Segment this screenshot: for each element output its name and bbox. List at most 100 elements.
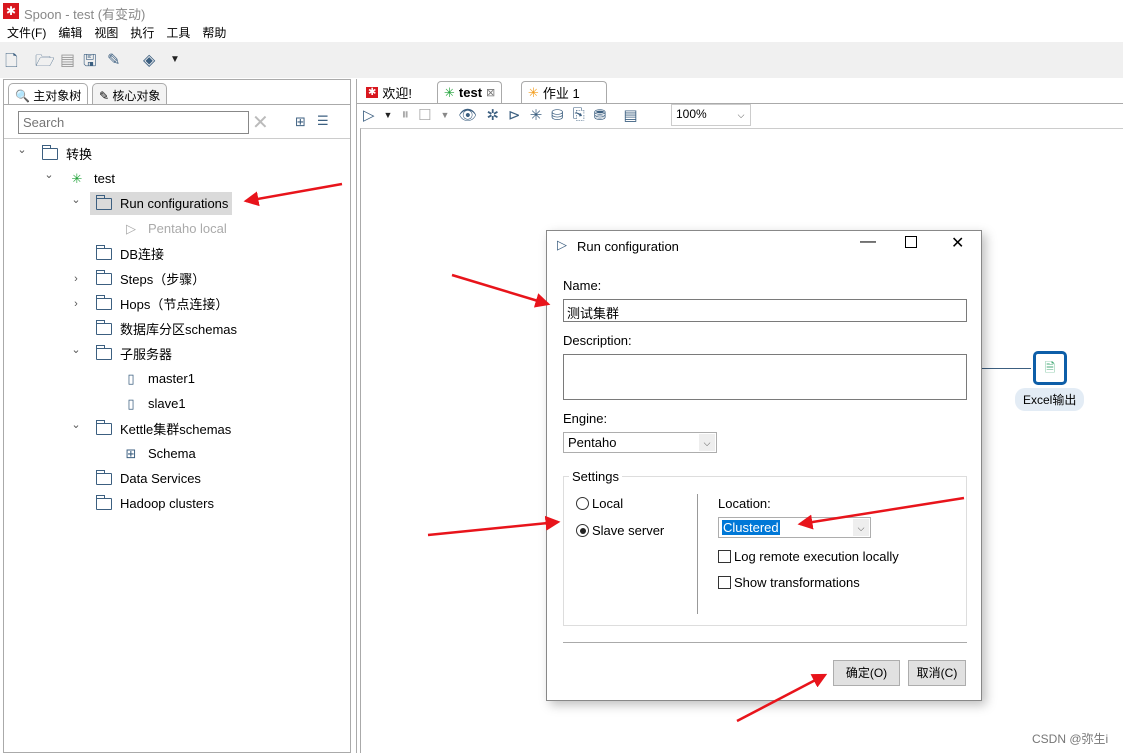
show-transformations-checkbox[interactable] (718, 576, 731, 589)
local-radio-label[interactable]: Local (592, 496, 623, 511)
minimize-button[interactable]: — (860, 233, 876, 251)
tree-item[interactable]: DB连接 (4, 241, 164, 266)
verify-icon[interactable]: ✳ (530, 106, 543, 124)
tab-job-1[interactable]: ✳ 作业 1 (521, 81, 607, 103)
tree-item[interactable]: › Hops（节点连接） (4, 291, 228, 316)
tree-item[interactable]: ▷ Pentaho local (4, 216, 227, 241)
menu-tools[interactable]: 工具 (166, 24, 190, 42)
sql-icon[interactable]: ⎘ (573, 106, 585, 124)
search-input[interactable] (18, 111, 249, 134)
tree-item[interactable]: ⊞ Schema (4, 441, 196, 466)
pencil-icon: ✎ (99, 89, 110, 103)
tree-item[interactable]: Data Services (4, 466, 201, 491)
tree-item-label: Pentaho local (148, 221, 227, 236)
stop-icon[interactable]: ☐ (418, 106, 431, 124)
chevron-right-icon[interactable]: › (70, 273, 82, 285)
tab-core-objects[interactable]: ✎ 核心对象 (92, 83, 168, 104)
tab-main-tree[interactable]: 🔍 主对象树 (8, 83, 89, 104)
tree-item[interactable]: ⌄ 转换 (4, 141, 92, 166)
chevron-down-icon[interactable]: ⌄ (70, 193, 82, 206)
tree-item-label: Hops（节点连接） (120, 297, 229, 312)
spoon-icon: ✱ (366, 86, 379, 98)
left-panel: 🔍 主对象树 ✎ 核心对象 ✕ ⊞ ☰ ⌄ 转换 ⌄ ✳ test ⌄Run config… (3, 79, 351, 753)
engine-label: Engine: (563, 411, 608, 426)
server-icon: ▯ (127, 370, 135, 386)
open-file-icon[interactable]: 🗁 (35, 50, 55, 77)
name-field[interactable]: 测试集群 (563, 299, 967, 322)
slave-server-radio[interactable] (576, 524, 589, 537)
close-button[interactable]: ✕ (951, 233, 964, 253)
local-radio[interactable] (576, 497, 589, 510)
folder-icon (96, 469, 112, 485)
collapse-list-icon[interactable]: ☰ (317, 113, 329, 129)
tab-test[interactable]: ✳ test ⊠ (437, 81, 503, 103)
engine-select[interactable]: Pentaho ⌵ (563, 432, 717, 453)
chevron-down-icon[interactable]: ⌄ (70, 343, 82, 356)
tree-item-label: 子服务器 (120, 347, 173, 362)
name-label: Name: (563, 278, 602, 293)
menu-file[interactable]: 文件(F) (7, 24, 46, 42)
explore-repository-icon[interactable]: ▤ (60, 50, 75, 70)
step-label: Excel输出 (1015, 388, 1085, 411)
tree-item[interactable]: ▯ slave1 (4, 391, 186, 416)
close-tab-icon[interactable]: ⊠ (486, 86, 495, 99)
tree-item-label: slave1 (148, 396, 186, 411)
tree-item[interactable]: ⌄ Kettle集群schemas (4, 416, 231, 441)
tree-item[interactable]: Hadoop clusters (4, 491, 214, 516)
tree-item-label: DB连接 (120, 247, 165, 262)
description-field[interactable] (563, 354, 967, 400)
chevron-down-icon[interactable]: ▼ (170, 54, 180, 65)
chevron-down-icon[interactable]: ⌄ (43, 168, 55, 181)
tree-tab-icon: 🔍 (15, 89, 30, 103)
explore-db-icon[interactable]: ⛃ (594, 106, 607, 124)
menu-view[interactable]: 视图 (94, 24, 118, 42)
tree-item[interactable]: ⌄ ✳ test (4, 166, 115, 191)
tree-item-label: Hadoop clusters (120, 496, 214, 511)
tree-item-label: Steps（步骤） (120, 272, 206, 287)
pause-icon[interactable]: ⏸ (401, 106, 409, 124)
stop-options-chevron-icon[interactable]: ▼ (440, 110, 449, 124)
chevron-down-icon[interactable]: ⌄ (16, 143, 28, 156)
menu-help[interactable]: 帮助 (202, 24, 226, 42)
dialog-title: Run configuration (577, 239, 679, 254)
chevron-down-icon[interactable]: ⌄ (70, 418, 82, 431)
tree-item[interactable]: › Steps（步骤） (4, 266, 205, 291)
maximize-button[interactable] (905, 236, 917, 248)
menu-edit[interactable]: 编辑 (58, 24, 82, 42)
run-icon: ▷ (557, 237, 567, 252)
folder-icon (96, 319, 112, 335)
save-as-icon[interactable]: ✎ (107, 50, 120, 70)
spoon-logo-icon: ✱ (3, 3, 19, 19)
ok-button[interactable]: 确定(O) (833, 660, 900, 686)
expand-tree-icon[interactable]: ⊞ (295, 114, 306, 130)
slave-server-radio-label[interactable]: Slave server (592, 523, 664, 538)
show-results-icon[interactable]: ▤ (623, 106, 637, 124)
impact-icon[interactable]: ⛁ (551, 106, 564, 124)
location-select[interactable]: Clustered ⌵ (718, 517, 871, 538)
menu-run[interactable]: 执行 (130, 24, 154, 42)
clear-search-icon[interactable]: ✕ (252, 110, 269, 135)
run-icon[interactable]: ▷ (363, 106, 375, 124)
tab-welcome[interactable]: ✱ 欢迎! (360, 81, 418, 103)
description-label: Description: (563, 333, 632, 348)
debug-icon[interactable]: ✲ (486, 106, 499, 124)
run-configuration-dialog: ▷ Run configuration — ✕ Name: 测试集群 Descr… (546, 230, 982, 701)
log-remote-label[interactable]: Log remote execution locally (734, 549, 899, 564)
tree-item[interactable]: ▯ master1 (4, 366, 195, 391)
transformation-icon: ✳ (71, 170, 83, 186)
preview-icon[interactable]: 👁 (458, 106, 477, 124)
zoom-select[interactable]: 100% ⌵ (671, 104, 751, 126)
chevron-right-icon[interactable]: › (70, 298, 82, 310)
run-options-chevron-icon[interactable]: ▼ (384, 110, 393, 124)
new-file-icon[interactable]: 🗋 (5, 50, 18, 77)
save-icon[interactable]: 🖫 (83, 50, 97, 77)
log-remote-checkbox[interactable] (718, 550, 731, 563)
cancel-button[interactable]: 取消(C) (908, 660, 966, 686)
tree-item[interactable]: ⌄ Run configurations (4, 191, 233, 216)
excel-output-step[interactable]: 🗎 (1033, 351, 1067, 385)
tree-item[interactable]: 数据库分区schemas (4, 316, 237, 341)
layers-icon[interactable]: ◈ (143, 50, 155, 70)
show-transformations-label[interactable]: Show transformations (734, 575, 860, 590)
replay-icon[interactable]: ⊳ (508, 106, 521, 124)
tree-item[interactable]: ⌄ 子服务器 (4, 341, 172, 366)
